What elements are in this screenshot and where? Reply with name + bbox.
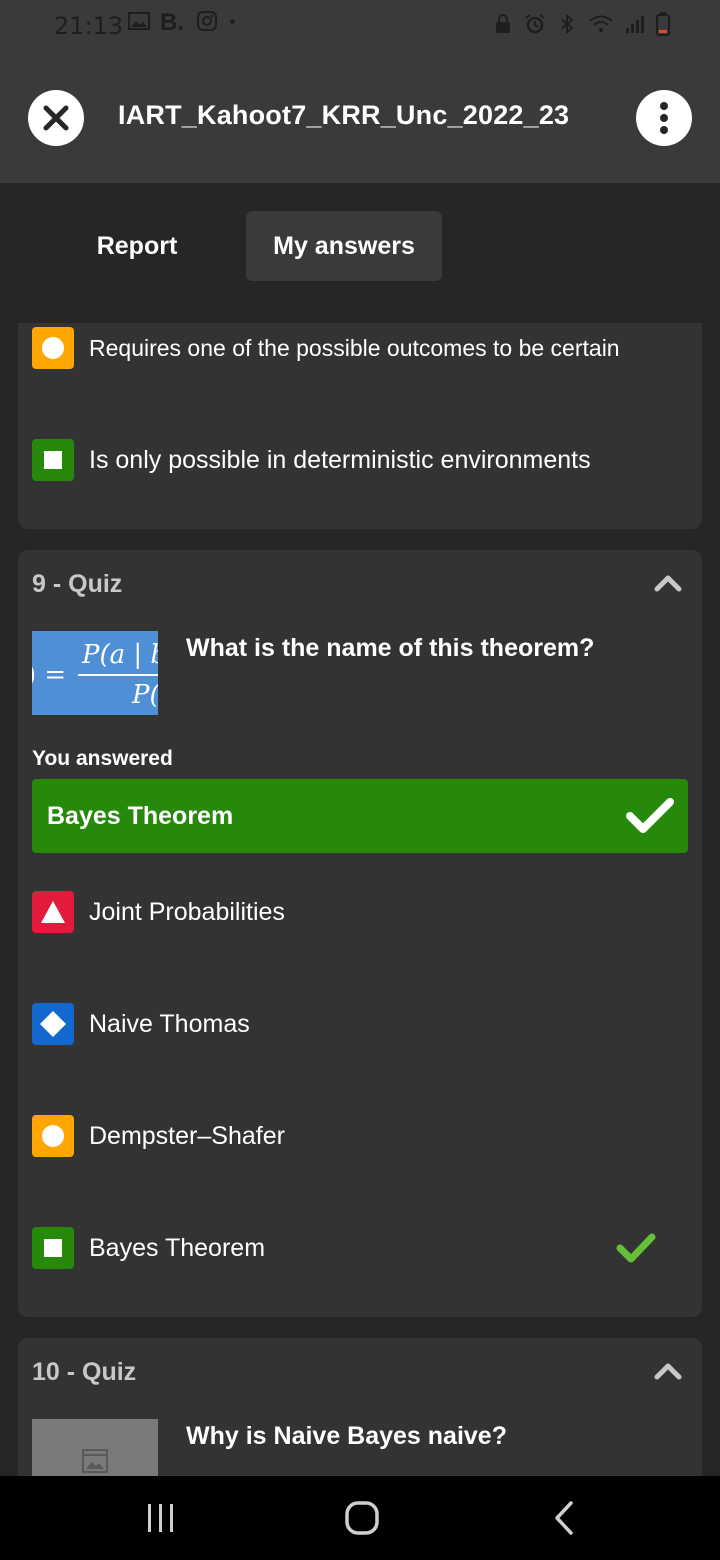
tab-report[interactable]: Report [70,211,204,281]
back-icon[interactable] [552,1500,576,1536]
answers-list[interactable]: Requires one of the possible outcomes to… [0,323,720,1476]
answer-option: Is only possible in deterministic enviro… [32,439,591,481]
tab-bar: Report My answers [0,183,720,323]
option-text: Bayes Theorem [89,1233,266,1262]
answer-option: Dempster–Shafer [32,1115,285,1157]
check-icon [626,798,674,833]
question-card-9: 9 - Quiz P(a | b ) = P( What is the name… [18,550,702,1317]
square-shape-icon [32,439,74,481]
close-icon [43,105,69,131]
instagram-icon [197,11,217,31]
question-card-partial: Requires one of the possible outcomes to… [18,323,702,529]
option-text: Joint Probabilities [89,897,285,926]
question-number: 10 - Quiz [32,1358,137,1386]
more-vertical-icon [660,102,668,134]
status-left-icons: B. [128,10,242,32]
page-title: IART_Kahoot7_KRR_Unc_2022_23 [118,100,570,130]
system-nav-bar [0,1476,720,1560]
bluetooth-icon [561,13,574,35]
chevron-up-icon[interactable] [654,574,682,592]
option-text: Requires one of the possible outcomes to… [89,334,620,361]
question-text: Why is Naive Bayes naive? [186,1422,507,1450]
answer-option-correct: Bayes Theorem [32,1227,688,1269]
question-image[interactable]: P(a | b ) = P( [32,631,158,715]
wifi-icon [589,15,613,32]
more-options-button[interactable] [636,90,692,146]
formula-lhs: ) = [32,660,66,690]
battery-low-icon [656,12,670,36]
recent-apps-icon[interactable] [146,1502,176,1534]
answer-option: Joint Probabilities [32,891,285,933]
option-text: Is only possible in deterministic enviro… [89,445,591,474]
your-answer-bar: Bayes Theorem [32,779,688,853]
circle-shape-icon [32,1115,74,1157]
lock-icon [496,14,510,33]
correct-check-icon [616,1233,656,1263]
status-bar: 21:13 B. [0,0,720,56]
question-image-placeholder[interactable] [32,1419,158,1476]
alarm-icon [525,14,545,34]
b-app-icon: B. [160,10,184,32]
question-number: 9 - Quiz [32,570,123,598]
dot-icon [230,19,235,24]
circle-shape-icon [32,327,74,369]
formula-denominator: P( [131,680,158,710]
gallery-icon [128,12,150,30]
close-button[interactable] [28,90,84,146]
answer-option: Naive Thomas [32,1003,250,1045]
question-card-10: 10 - Quiz Why is Naive Bayes naive? [18,1338,702,1476]
chevron-up-icon[interactable] [654,1362,682,1380]
image-placeholder-icon [82,1449,108,1473]
signal-icon [626,16,644,33]
you-answered-label: You answered [32,747,173,770]
triangle-shape-icon [32,891,74,933]
diamond-shape-icon [32,1003,74,1045]
square-shape-icon [32,1227,74,1269]
option-text: Dempster–Shafer [89,1121,285,1150]
home-icon[interactable] [344,1500,380,1536]
app-header: IART_Kahoot7_KRR_Unc_2022_23 [0,56,720,183]
status-right-icons [492,12,670,36]
tab-my-answers[interactable]: My answers [246,211,442,281]
your-answer-text: Bayes Theorem [47,801,234,830]
question-text: What is the name of this theorem? [186,634,595,662]
answer-option: Requires one of the possible outcomes to… [32,327,620,369]
option-text: Naive Thomas [89,1009,250,1038]
formula-numerator: P(a | b [81,640,158,670]
svg-text:B.: B. [160,10,184,32]
status-time: 21:13 [54,12,124,40]
